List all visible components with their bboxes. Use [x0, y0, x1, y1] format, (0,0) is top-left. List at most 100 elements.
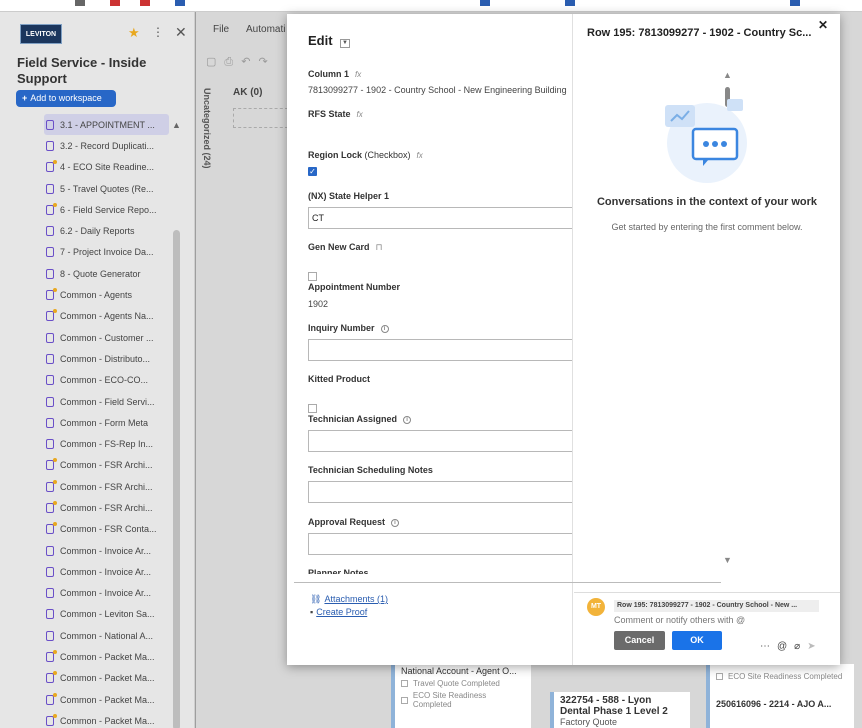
card-checkbox-label: ECO Site Readiness Completed	[412, 691, 487, 709]
more-icon[interactable]: ⋯	[760, 641, 777, 652]
info-icon[interactable]: i	[403, 416, 412, 424]
sidebar-item-label: 3.1 - APPOINTMENT ...	[60, 119, 155, 130]
camera-icon: ▪	[310, 607, 314, 617]
sidebar-item[interactable]: Common - Field Servi...	[44, 391, 169, 412]
region-lock-checkbox[interactable]: ✓	[308, 167, 317, 176]
card-lyon-dental[interactable]: 322754 - 588 - Lyon Dental Phase 1 Level…	[550, 692, 690, 728]
more-options-icon[interactable]: ⋮	[152, 25, 164, 39]
sidebar-item[interactable]: Common - Packet Ma...	[44, 710, 169, 728]
sidebar-item-label: Common - Field Servi...	[60, 396, 155, 407]
sidebar-item-label: Common - Invoice Ar...	[60, 545, 152, 556]
sidebar-item-label: Common - Packet Ma...	[60, 652, 155, 663]
sheet-icon	[46, 288, 57, 301]
checkbox-icon[interactable]	[716, 673, 723, 680]
sidebar-item[interactable]: Common - FSR Archi...	[44, 476, 169, 497]
attachments-link[interactable]: ⛓ Attachments (1)	[310, 594, 388, 605]
sidebar-item[interactable]: Common - FSR Conta...	[44, 519, 169, 540]
sidebar-item[interactable]: Common - National A...	[44, 625, 169, 646]
send-icon[interactable]: ➤	[807, 641, 822, 652]
approval-request-select[interactable]: ▼	[308, 533, 572, 555]
redo-icon[interactable]: ↷	[258, 56, 275, 68]
undo-icon[interactable]: ↶	[241, 56, 258, 68]
mention-icon[interactable]: @	[777, 641, 794, 652]
info-icon[interactable]: i	[391, 519, 400, 527]
sidebar-scrollbar[interactable]	[173, 230, 180, 728]
scroll-up-icon[interactable]: ▲	[723, 70, 732, 80]
close-icon[interactable]: ✕	[818, 18, 828, 32]
label-text: Region Lock	[308, 150, 363, 160]
workspace-title: Field Service - Inside Support	[17, 55, 147, 86]
tab-icon	[565, 0, 575, 6]
sheet-icon	[46, 353, 54, 364]
sidebar-item[interactable]: Common - Distributo...	[44, 348, 169, 369]
gen-new-card-checkbox[interactable]	[308, 272, 317, 281]
sidebar-item[interactable]: Common - Packet Ma...	[44, 668, 169, 689]
scroll-up-icon[interactable]: ▲	[172, 120, 181, 130]
sheet-icon	[46, 522, 57, 535]
create-proof-link[interactable]: ▪ Create Proof	[310, 607, 367, 617]
sidebar-item[interactable]: Common - FS-Rep In...	[44, 433, 169, 454]
tab-icon	[110, 0, 120, 6]
sidebar-item[interactable]: 8 - Quote Generator	[44, 263, 169, 284]
technician-scheduling-notes-input[interactable]	[308, 481, 572, 503]
sheet-icon	[46, 692, 57, 705]
sidebar-item[interactable]: Common - Agents	[44, 284, 169, 305]
sidebar-item-label: Common - Packet Ma...	[60, 715, 155, 726]
sheet-icon	[46, 500, 57, 513]
checkbox-icon[interactable]	[401, 696, 408, 704]
card-eco-readiness[interactable]: ECO Site Readiness Completed 250616096 -…	[706, 664, 854, 728]
card-national-account[interactable]: National Account - Agent O... Travel Quo…	[391, 662, 531, 728]
sheet-icon	[46, 479, 57, 492]
nx-state-helper-select[interactable]: CT▼	[308, 207, 572, 229]
comment-input[interactable]: Comment or notify others with @	[614, 615, 745, 625]
sheet-icon	[46, 226, 54, 237]
sidebar-item[interactable]: 7 - Project Invoice Da...	[44, 242, 169, 263]
sidebar-item[interactable]: Common - Invoice Ar...	[44, 583, 169, 604]
inquiry-number-input[interactable]	[308, 339, 572, 361]
sidebar-item-label: Common - National A...	[60, 630, 154, 641]
sidebar-item-label: Common - Leviton Sa...	[60, 609, 155, 620]
sidebar-item[interactable]: Common - Agents Na...	[44, 306, 169, 327]
sidebar-item[interactable]: Common - Invoice Ar...	[44, 561, 169, 582]
sidebar-item-label: Common - ECO-CO...	[60, 375, 149, 386]
menu-automation[interactable]: Automati	[246, 24, 285, 35]
sidebar-item[interactable]: 6.2 - Daily Reports	[44, 220, 169, 241]
sidebar-item[interactable]: 5 - Travel Quotes (Re...	[44, 178, 169, 199]
kitted-product-checkbox[interactable]	[308, 404, 317, 413]
sidebar-item[interactable]: Common - ECO-CO...	[44, 370, 169, 391]
cancel-button[interactable]: Cancel	[614, 631, 665, 650]
scroll-down-icon[interactable]: ▼	[723, 555, 732, 565]
sidebar-item[interactable]: 3.1 - APPOINTMENT ...	[44, 114, 169, 136]
sidebar-item[interactable]: Common - Leviton Sa...	[44, 604, 169, 625]
print-icon[interactable]: ⎙	[224, 56, 241, 68]
card-checkbox-row: ECO Site Readiness Completed	[401, 691, 525, 709]
edit-title: Edit	[308, 33, 333, 48]
sidebar-item-label: Common - Form Meta	[60, 417, 149, 428]
sidebar-item[interactable]: Common - Customer ...	[44, 327, 169, 348]
sheet-icon	[46, 566, 54, 577]
approval-request-label: Approval Request i	[308, 517, 400, 527]
sidebar-item[interactable]: Common - FSR Archi...	[44, 455, 169, 476]
sidebar-item[interactable]: 6 - Field Service Repo...	[44, 199, 169, 220]
attach-icon[interactable]: ⌀	[794, 641, 807, 652]
close-icon[interactable]: ✕	[175, 24, 187, 41]
card-title: 322754 - 588 - Lyon Dental Phase 1 Level…	[560, 695, 668, 717]
star-icon[interactable]: ★	[128, 25, 140, 41]
technician-assigned-select[interactable]: ▼	[308, 430, 572, 452]
checkbox-icon[interactable]	[401, 680, 408, 687]
sidebar-item[interactable]: Common - Packet Ma...	[44, 689, 169, 710]
sidebar-item-label: 6.2 - Daily Reports	[60, 226, 135, 237]
sidebar-item[interactable]: Common - Packet Ma...	[44, 646, 169, 667]
sidebar-item[interactable]: 4 - ECO Site Readine...	[44, 157, 169, 178]
sidebar-item[interactable]: Common - FSR Archi...	[44, 497, 169, 518]
sidebar-item[interactable]: 3.2 - Record Duplicati...	[44, 135, 169, 156]
save-icon[interactable]: ▢	[206, 56, 224, 68]
add-to-workspace-button[interactable]: + Add to workspace	[16, 90, 116, 107]
sidebar-item[interactable]: Common - Form Meta	[44, 412, 169, 433]
edit-dropdown-icon[interactable]: ▼	[340, 39, 350, 48]
menu-file[interactable]: File	[213, 24, 229, 35]
sidebar-item[interactable]: Common - Invoice Ar...	[44, 540, 169, 561]
info-icon[interactable]: i	[380, 325, 389, 333]
ok-button[interactable]: OK	[672, 631, 722, 650]
empty-card-placeholder[interactable]	[233, 108, 288, 128]
